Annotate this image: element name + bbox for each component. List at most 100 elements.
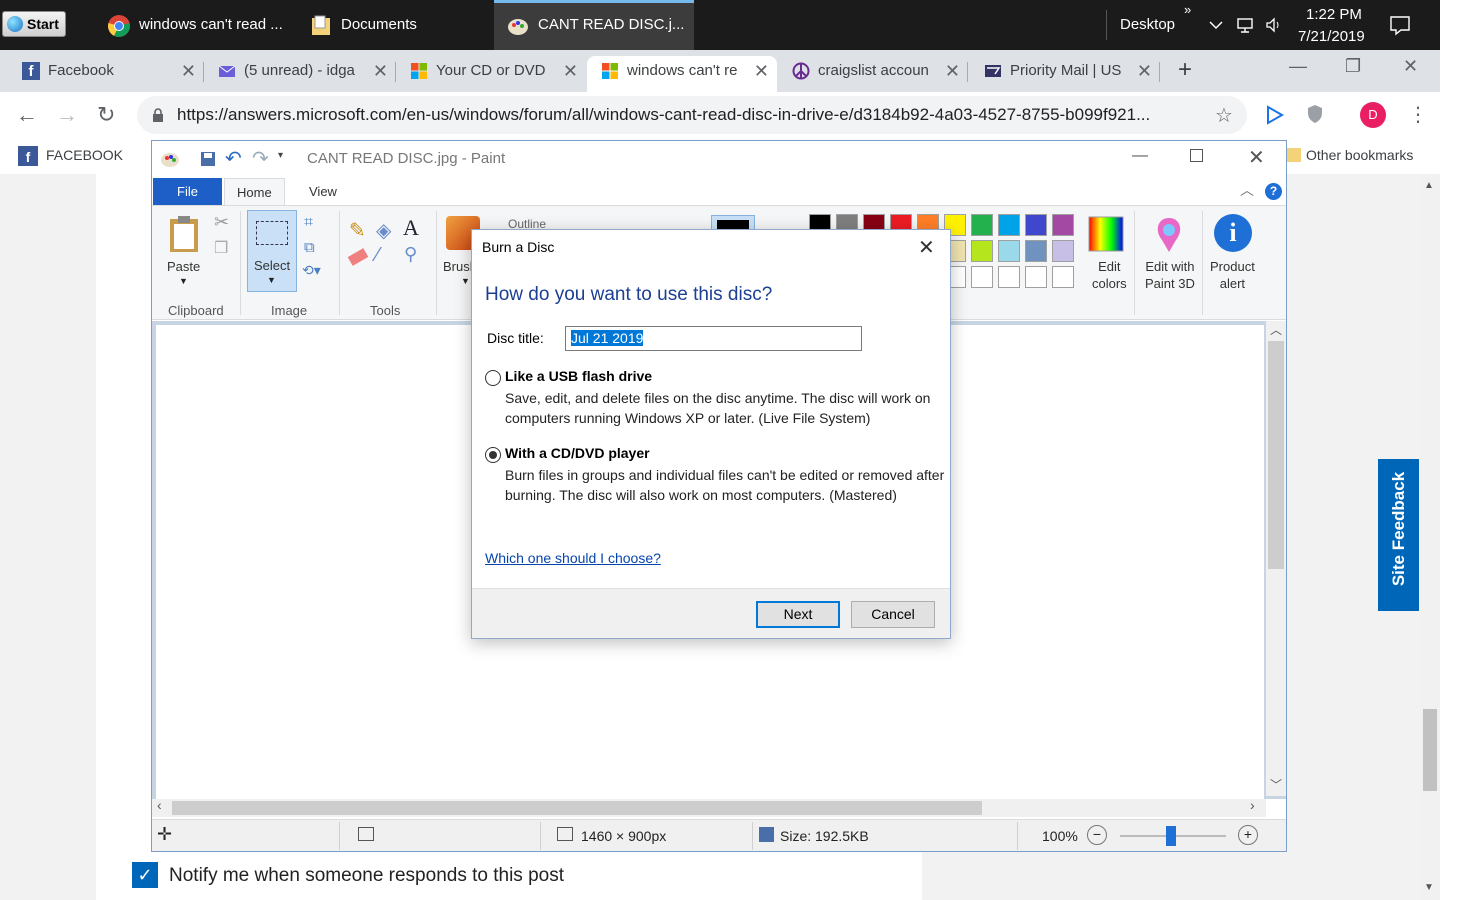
select-button[interactable]: Select ▼ <box>247 210 297 292</box>
tab-mail[interactable]: (5 unread) - idga ✕ <box>204 56 396 92</box>
paint-minimize-icon[interactable]: — <box>1132 147 1148 165</box>
product-alert-label[interactable]: Product alert <box>1210 258 1255 292</box>
scroll-down-icon[interactable]: ▼ <box>1424 882 1434 893</box>
chevrons-icon[interactable]: » <box>1184 2 1191 17</box>
canvas-horizontal-scrollbar[interactable]: ‹ › <box>152 797 1266 817</box>
close-tab-icon[interactable]: ✕ <box>563 56 578 86</box>
rotate-icon[interactable]: ⟲▾ <box>302 262 321 279</box>
magnifier-icon[interactable]: ⚲ <box>404 244 417 265</box>
option-usb-title[interactable]: Like a USB flash drive <box>505 368 652 384</box>
color-swatch[interactable] <box>1052 266 1074 288</box>
option-cd-title[interactable]: With a CD/DVD player <box>505 445 650 461</box>
help-choose-link[interactable]: Which one should I choose? <box>485 550 661 566</box>
close-tab-icon[interactable]: ✕ <box>373 56 388 86</box>
address-bar[interactable]: https://answers.microsoft.com/en-us/wind… <box>137 96 1247 134</box>
copy-icon[interactable]: ❐ <box>214 238 228 258</box>
taskbar-item-documents[interactable]: Documents <box>297 0 487 50</box>
pencil-icon[interactable]: ✎ <box>349 218 366 243</box>
paste-label[interactable]: Paste <box>167 258 200 275</box>
color-swatch[interactable] <box>1025 240 1047 262</box>
undo-icon[interactable]: ↶ <box>225 146 242 171</box>
radio-usb-flash-drive[interactable] <box>485 370 501 386</box>
save-icon[interactable] <box>200 151 216 167</box>
color-picker-icon[interactable]: ⁄ <box>376 244 379 267</box>
tab-facebook[interactable]: f Facebook ✕ <box>8 56 204 92</box>
paint3d-icon[interactable] <box>1152 216 1186 254</box>
page-scrollbar[interactable]: ▲ ▼ <box>1420 174 1440 900</box>
volume-icon[interactable] <box>1264 15 1284 35</box>
taskbar-item-paint[interactable]: CANT READ DISC.j... <box>494 0 694 50</box>
color-swatch[interactable] <box>998 240 1020 262</box>
clock-time[interactable]: 1:22 PM <box>1306 6 1362 23</box>
start-button[interactable]: Start <box>2 11 66 37</box>
page-scroll-thumb[interactable] <box>1423 709 1437 791</box>
notifications-icon[interactable] <box>1388 13 1412 37</box>
new-tab-button[interactable]: + <box>1178 56 1192 84</box>
tab-windows-cant-read[interactable]: windows can't re ✕ <box>587 56 777 92</box>
color-swatch[interactable] <box>971 266 993 288</box>
color-swatch[interactable] <box>1052 240 1074 262</box>
menu-icon[interactable]: ⋮ <box>1408 102 1428 127</box>
scroll-right-icon[interactable]: › <box>1250 797 1255 813</box>
crop-icon[interactable]: ⌗ <box>304 214 313 232</box>
close-tab-icon[interactable]: ✕ <box>945 56 960 86</box>
eraser-icon[interactable] <box>347 248 369 266</box>
edit-colors-icon[interactable] <box>1088 216 1124 252</box>
canvas-vertical-scrollbar[interactable]: ︿ ﹀ <box>1266 321 1286 796</box>
tab-view[interactable]: View <box>297 178 349 205</box>
paint-close-icon[interactable]: ✕ <box>1248 145 1265 170</box>
clock-date[interactable]: 7/21/2019 <box>1298 28 1365 45</box>
scroll-up-icon[interactable]: ︿ <box>1270 321 1282 338</box>
close-window-icon[interactable]: ✕ <box>1403 56 1418 77</box>
scroll-up-icon[interactable]: ▲ <box>1424 180 1434 191</box>
zoom-slider-thumb[interactable] <box>1166 826 1176 846</box>
resize-icon[interactable]: ⧉ <box>304 239 315 256</box>
back-icon[interactable]: ← <box>16 102 38 128</box>
cut-icon[interactable]: ✂ <box>214 212 229 233</box>
desktop-toolbar-label[interactable]: Desktop <box>1120 16 1175 33</box>
taskbar-item-chrome[interactable]: windows can't read ... <box>95 0 295 50</box>
reload-icon[interactable]: ↻ <box>97 102 115 128</box>
tab-craigslist[interactable]: craigslist accoun ✕ <box>778 56 968 92</box>
play-extension-icon[interactable] <box>1265 105 1285 125</box>
minimize-icon[interactable]: — <box>1289 56 1307 77</box>
notify-checkbox[interactable]: ✓ <box>132 862 158 888</box>
customize-qat-icon[interactable]: ▾ <box>278 150 283 161</box>
info-icon[interactable]: i <box>1214 214 1252 252</box>
color-swatch[interactable] <box>971 240 993 262</box>
paint-maximize-icon[interactable] <box>1190 149 1203 162</box>
next-button[interactable]: Next <box>756 601 840 628</box>
other-bookmarks[interactable]: Other bookmarks <box>1306 147 1413 163</box>
shield-icon[interactable] <box>1306 104 1324 124</box>
disc-title-input[interactable]: Jul 21 2019 <box>565 326 862 351</box>
fill-icon[interactable]: ◈ <box>376 218 391 243</box>
forward-icon[interactable]: → <box>56 102 78 128</box>
zoom-in-icon[interactable]: + <box>1238 825 1258 845</box>
lock-icon[interactable] <box>152 108 164 122</box>
color-swatch[interactable] <box>971 214 993 236</box>
cancel-button[interactable]: Cancel <box>851 601 935 628</box>
radio-cd-dvd-player[interactable] <box>485 447 501 463</box>
scroll-left-icon[interactable]: ‹ <box>157 797 162 813</box>
profile-avatar[interactable]: D <box>1360 102 1386 128</box>
canvas-vscroll-thumb[interactable] <box>1268 341 1284 569</box>
text-tool-icon[interactable]: A <box>403 215 419 241</box>
paint3d-label[interactable]: Edit with Paint 3D <box>1145 258 1195 292</box>
color-swatch[interactable] <box>1025 266 1047 288</box>
color-swatch[interactable] <box>1025 214 1047 236</box>
color-swatch[interactable] <box>1052 214 1074 236</box>
color-swatch[interactable] <box>998 266 1020 288</box>
zoom-out-icon[interactable]: − <box>1087 825 1107 845</box>
tab-home[interactable]: Home <box>224 178 285 205</box>
close-tab-icon[interactable]: ✕ <box>754 56 769 86</box>
site-feedback-button[interactable]: Site Feedback <box>1378 459 1419 611</box>
help-icon[interactable]: ? <box>1265 183 1282 200</box>
collapse-ribbon-icon[interactable]: ︿ <box>1240 180 1254 200</box>
paste-icon[interactable] <box>168 214 200 254</box>
tab-your-cd[interactable]: Your CD or DVD ✕ <box>396 56 586 92</box>
color-swatch[interactable] <box>998 214 1020 236</box>
brushes-dropdown-icon[interactable]: ▼ <box>461 276 470 286</box>
tab-file[interactable]: File <box>153 178 222 205</box>
tray-expand-icon[interactable] <box>1206 15 1226 35</box>
bookmark-facebook[interactable]: FACEBOOK <box>46 147 123 163</box>
